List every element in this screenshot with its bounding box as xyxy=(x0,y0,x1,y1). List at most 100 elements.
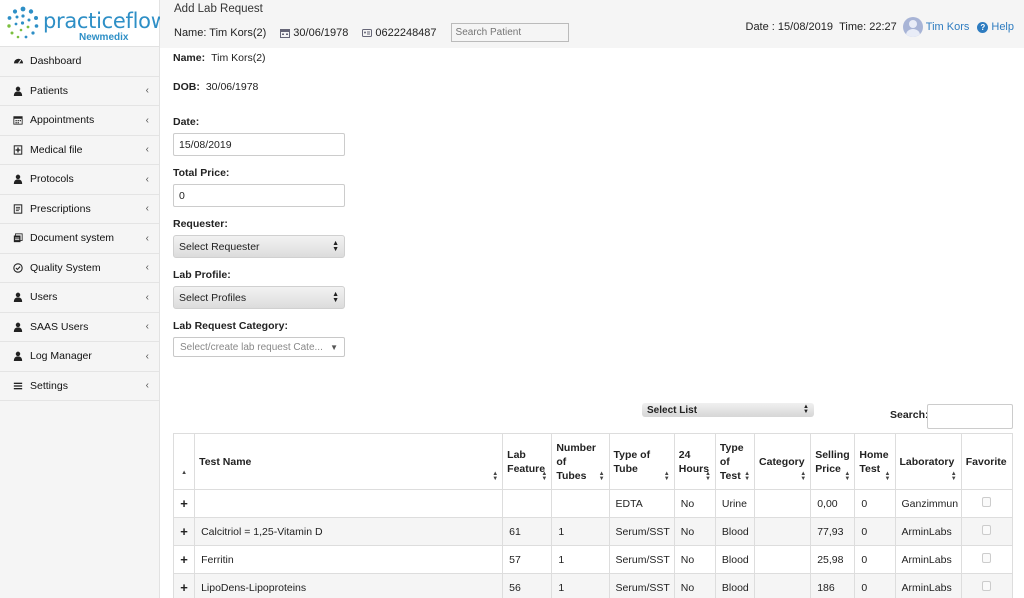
sidebar-item-appointments[interactable]: Appointments ‹ xyxy=(0,106,159,136)
column-header-home-test[interactable]: Home Test ▲ ▼ xyxy=(854,433,896,490)
current-date: Date : 15/08/2019 xyxy=(745,21,833,33)
user-name-link[interactable]: Tim Kors xyxy=(926,21,970,33)
favorite-cell xyxy=(960,545,1014,574)
sidebar-item-quality-system[interactable]: Quality System ‹ xyxy=(0,254,159,283)
sidebar-item-users[interactable]: Users ‹ xyxy=(0,283,159,313)
sidebar-item-document-system[interactable]: Document system ‹ xyxy=(0,224,159,254)
table-cell: 25,98 xyxy=(810,545,856,574)
column-header-label: Type of Tube xyxy=(613,448,651,475)
brand-logo[interactable]: practiceflow Newmedix xyxy=(0,0,168,47)
column-header-test-name[interactable]: Test Name ▲ ▼ xyxy=(194,433,504,490)
sidebar-item-prescriptions[interactable]: Prescriptions ‹ xyxy=(0,195,159,224)
column-header-24-hours[interactable]: 24 Hours ▲ ▼ xyxy=(673,433,716,490)
table-cell: Serum/SST xyxy=(608,545,675,574)
table-cell: 0,00 xyxy=(810,489,856,518)
date-group: Date: xyxy=(173,116,473,156)
table-cell: 77,93 xyxy=(810,517,856,546)
sidebar-nav: Dashboard Patients ‹ Appointments ‹ Medical f… xyxy=(0,47,159,401)
requester-group: Requester: Select Requester ▲ ▼ xyxy=(173,218,473,258)
table-cell: 61 xyxy=(502,517,553,546)
column-header-selling-price[interactable]: Selling Price ▲ ▼ xyxy=(810,433,856,490)
prescription-icon xyxy=(12,203,24,215)
date-input[interactable] xyxy=(173,133,345,156)
sidebar-item-medical-file[interactable]: Medical file ‹ xyxy=(0,136,159,165)
sidebar-item-label: SAAS Users xyxy=(30,320,89,333)
column-header-label: Number of Tubes xyxy=(556,441,597,482)
user-icon xyxy=(12,291,24,303)
chevron-left-icon: ‹ xyxy=(145,321,149,333)
table-row[interactable]: + Calcitriol = 1,25-Vitamin D 61 1 Serum/SST… xyxy=(172,517,1014,546)
column-header-laboratory[interactable]: Laboratory ▲ ▼ xyxy=(894,433,962,490)
column-header-lab-feature[interactable]: Lab Feature ▲ ▼ xyxy=(502,433,553,490)
total-price-input[interactable] xyxy=(173,184,345,207)
sidebar-item-protocols[interactable]: Protocols ‹ xyxy=(0,165,159,195)
table-cell: EDTA xyxy=(608,489,675,518)
expand-row-button[interactable]: + xyxy=(172,573,196,598)
patient-name: Name: Tim Kors(2) xyxy=(174,26,267,39)
patient-phone-value: 0622248487 xyxy=(375,26,437,39)
sidebar-item-label: Prescriptions xyxy=(30,202,91,215)
table-search-input[interactable] xyxy=(927,404,1013,429)
table-cell: 186 xyxy=(810,573,856,598)
sidebar-item-label: Quality System xyxy=(30,261,101,274)
table-cell: Calcitriol = 1,25-Vitamin D xyxy=(194,517,504,546)
top-header: Add Lab Request Name: Tim Kors(2) 30/06/… xyxy=(160,0,1024,48)
table-cell: 0 xyxy=(854,545,896,574)
total-price-label: Total Price: xyxy=(173,167,230,179)
column-header-favorite[interactable]: Favorite xyxy=(960,433,1014,490)
favorite-cell xyxy=(960,489,1014,518)
sidebar-item-label: Protocols xyxy=(30,173,74,186)
table-cell: Ganzimmun xyxy=(894,489,962,518)
sidebar-item-patients[interactable]: Patients ‹ xyxy=(0,77,159,106)
table-cell: Serum/SST xyxy=(608,573,675,598)
select-list-dropdown[interactable]: Select List ▲ ▼ xyxy=(642,403,814,417)
table-cell: 0 xyxy=(854,573,896,598)
table-row[interactable]: + EDTA No Urine 0,00 0 Ganzimmun xyxy=(172,489,1014,518)
patient-dob-value: 30/06/1978 xyxy=(293,26,349,39)
document-icon xyxy=(12,232,24,244)
user-icon xyxy=(12,85,24,97)
favorite-checkbox[interactable] xyxy=(982,497,992,507)
table-cell xyxy=(754,517,812,546)
column-header-number-of-tubes[interactable]: Number of Tubes ▲ ▼ xyxy=(551,433,610,490)
user-icon xyxy=(12,321,24,333)
table-cell: 56 xyxy=(502,573,553,598)
expand-row-button[interactable]: + xyxy=(172,545,196,574)
favorite-checkbox[interactable] xyxy=(982,581,992,591)
table-row[interactable]: + Ferritin 57 1 Serum/SST No Blood 25,98 0 ArminL… xyxy=(172,545,1014,574)
user-avatar[interactable] xyxy=(902,17,923,37)
requester-select[interactable]: Select Requester ▲ ▼ xyxy=(173,235,345,258)
sidebar-item-log-manager[interactable]: Log Manager ‹ xyxy=(0,342,159,372)
table-cell: Blood xyxy=(714,573,756,598)
settings-icon xyxy=(12,380,24,392)
column-header-type-of-test[interactable]: Type of Test ▲ ▼ xyxy=(714,433,756,490)
category-select[interactable]: Select/create lab request Cate... ▼ xyxy=(173,337,345,357)
sidebar-item-dashboard[interactable]: Dashboard xyxy=(0,47,159,77)
table-cell: Serum/SST xyxy=(608,517,675,546)
table-row[interactable]: + LipoDens-Lipoproteins 56 1 Serum/SST No Bloo… xyxy=(172,573,1014,598)
chevron-left-icon: ‹ xyxy=(145,380,149,392)
column-header-category[interactable]: Category ▲ ▼ xyxy=(754,433,812,490)
sort-icon: ▲ ▼ xyxy=(541,471,548,482)
expand-row-button[interactable]: + xyxy=(172,489,196,518)
sidebar-item-settings[interactable]: Settings ‹ xyxy=(0,372,159,401)
favorite-checkbox[interactable] xyxy=(982,525,992,535)
column-header-label: Category xyxy=(759,455,805,468)
table-cell: 1 xyxy=(551,545,610,574)
sidebar-item-label: Medical file xyxy=(30,143,83,156)
sidebar-item-saas-users[interactable]: SAAS Users ‹ xyxy=(0,313,159,342)
expand-row-button[interactable]: + xyxy=(172,517,196,546)
table-cell: Urine xyxy=(714,489,756,518)
sidebar-item-label: Dashboard xyxy=(30,55,82,68)
search-patient-input[interactable] xyxy=(450,23,569,42)
table-cell: 0 xyxy=(854,517,896,546)
lab-profile-label: Lab Profile: xyxy=(173,269,231,281)
dob-row: DOB: 30/06/1978 xyxy=(173,81,473,110)
lab-profile-select[interactable]: Select Profiles ▲ ▼ xyxy=(173,286,345,309)
column-header-expand[interactable]: ▲ xyxy=(172,433,196,490)
help-link[interactable]: ? Help xyxy=(977,21,1014,33)
lab-tests-table: ▲ Test Name ▲ ▼ Lab Feature ▲ ▼ Number of Tubes… xyxy=(172,433,1014,598)
favorite-checkbox[interactable] xyxy=(982,553,992,563)
column-header-type-of-tube[interactable]: Type of Tube ▲ ▼ xyxy=(608,433,675,490)
sort-icon: ▲ ▼ xyxy=(884,471,891,482)
